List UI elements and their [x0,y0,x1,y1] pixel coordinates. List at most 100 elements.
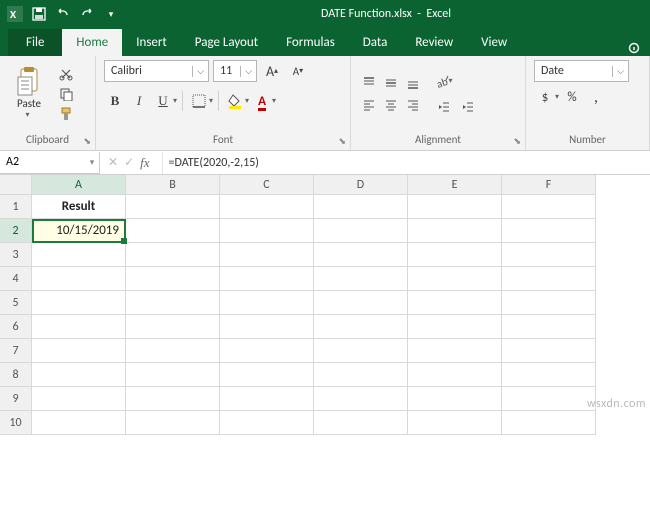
cell-C1[interactable] [220,195,314,219]
cell-B8[interactable] [126,363,220,387]
redo-icon[interactable] [76,3,98,25]
cell-F9[interactable] [502,387,596,411]
cell-B2[interactable] [126,219,220,243]
worksheet-grid[interactable]: A B C D E F 1 Result 2 10/15/2019 3 4 5 … [0,175,650,435]
tab-home[interactable]: Home [62,29,122,56]
underline-dropdown-icon[interactable]: ▾ [173,96,177,106]
increase-indent-icon[interactable] [457,96,479,118]
paste-dropdown-icon[interactable]: ▾ [25,110,29,120]
cell-E7[interactable] [408,339,502,363]
row-header-8[interactable]: 8 [0,363,32,387]
paste-button[interactable]: Paste ▾ [8,67,50,120]
italic-button[interactable]: I [128,90,150,112]
font-size-dropdown[interactable]: 11 ⌵ [213,60,257,82]
cell-E5[interactable] [408,291,502,315]
row-header-3[interactable]: 3 [0,243,32,267]
number-format-dropdown[interactable]: Date ⌵ [534,60,629,82]
enter-icon[interactable]: ✓ [124,155,134,170]
cell-E3[interactable] [408,243,502,267]
borders-dropdown-icon[interactable]: ▾ [209,96,213,106]
format-painter-icon[interactable] [56,105,76,123]
col-header-A[interactable]: A [32,175,126,195]
cell-B5[interactable] [126,291,220,315]
align-top-icon[interactable] [359,73,379,93]
cell-F4[interactable] [502,267,596,291]
qat-customize-icon[interactable]: ▾ [100,3,122,25]
cell-A10[interactable] [32,411,126,435]
decrease-font-icon[interactable]: A▾ [287,60,309,82]
cell-D2[interactable] [314,219,408,243]
tab-view[interactable]: View [467,29,521,56]
cell-C4[interactable] [220,267,314,291]
cell-C10[interactable] [220,411,314,435]
cell-D10[interactable] [314,411,408,435]
tell-me-icon[interactable] [628,42,642,56]
cell-E1[interactable] [408,195,502,219]
align-middle-icon[interactable] [381,73,401,93]
cell-D8[interactable] [314,363,408,387]
fontcolor-dropdown-icon[interactable]: ▾ [272,96,276,106]
row-header-5[interactable]: 5 [0,291,32,315]
font-launcher-icon[interactable]: ⬊ [338,136,346,147]
cell-F8[interactable] [502,363,596,387]
tab-review[interactable]: Review [401,29,467,56]
borders-icon[interactable] [188,90,210,112]
font-color-icon[interactable]: A [251,90,273,112]
cell-C9[interactable] [220,387,314,411]
name-box[interactable]: A2 ▾ [0,152,100,174]
cell-A9[interactable] [32,387,126,411]
cell-A2[interactable]: 10/15/2019 [32,219,126,243]
cell-D6[interactable] [314,315,408,339]
cell-B9[interactable] [126,387,220,411]
col-header-E[interactable]: E [408,175,502,195]
cell-E4[interactable] [408,267,502,291]
tab-page-layout[interactable]: Page Layout [181,29,272,56]
save-icon[interactable] [28,3,50,25]
decrease-indent-icon[interactable] [433,96,455,118]
col-header-B[interactable]: B [126,175,220,195]
orientation-icon[interactable]: ab▾ [433,70,455,92]
cell-D7[interactable] [314,339,408,363]
tab-data[interactable]: Data [349,29,402,56]
cell-E2[interactable] [408,219,502,243]
cell-A1[interactable]: Result [32,195,126,219]
tab-formulas[interactable]: Formulas [272,29,349,56]
cell-D5[interactable] [314,291,408,315]
align-center-icon[interactable] [381,95,401,115]
cell-E9[interactable] [408,387,502,411]
cell-D9[interactable] [314,387,408,411]
row-header-2[interactable]: 2 [0,219,32,243]
font-name-dropdown[interactable]: Calibri ⌵ [104,60,209,82]
align-left-icon[interactable] [359,95,379,115]
fill-dropdown-icon[interactable]: ▾ [245,96,249,106]
cell-F6[interactable] [502,315,596,339]
increase-font-icon[interactable]: A▴ [261,60,283,82]
cell-A8[interactable] [32,363,126,387]
percent-icon[interactable]: % [561,86,583,108]
select-all-corner[interactable] [0,175,32,195]
cell-F2[interactable] [502,219,596,243]
formula-bar-input[interactable]: =DATE(2020,-2,15) [162,152,650,174]
row-header-6[interactable]: 6 [0,315,32,339]
namebox-dropdown-icon[interactable]: ▾ [85,157,99,168]
cell-C7[interactable] [220,339,314,363]
cell-A5[interactable] [32,291,126,315]
cut-icon[interactable] [56,65,76,83]
cell-D1[interactable] [314,195,408,219]
cell-A4[interactable] [32,267,126,291]
col-header-C[interactable]: C [220,175,314,195]
cell-F5[interactable] [502,291,596,315]
cell-A6[interactable] [32,315,126,339]
undo-icon[interactable] [52,3,74,25]
fill-color-icon[interactable] [224,90,246,112]
tab-file[interactable]: File [8,29,62,56]
align-bottom-icon[interactable] [403,73,423,93]
cell-F10[interactable] [502,411,596,435]
fx-icon[interactable]: fx [140,155,149,171]
cancel-icon[interactable]: ✕ [108,155,118,170]
row-header-4[interactable]: 4 [0,267,32,291]
underline-button[interactable]: U [152,90,174,112]
cell-C5[interactable] [220,291,314,315]
cell-B3[interactable] [126,243,220,267]
tab-insert[interactable]: Insert [122,29,181,56]
